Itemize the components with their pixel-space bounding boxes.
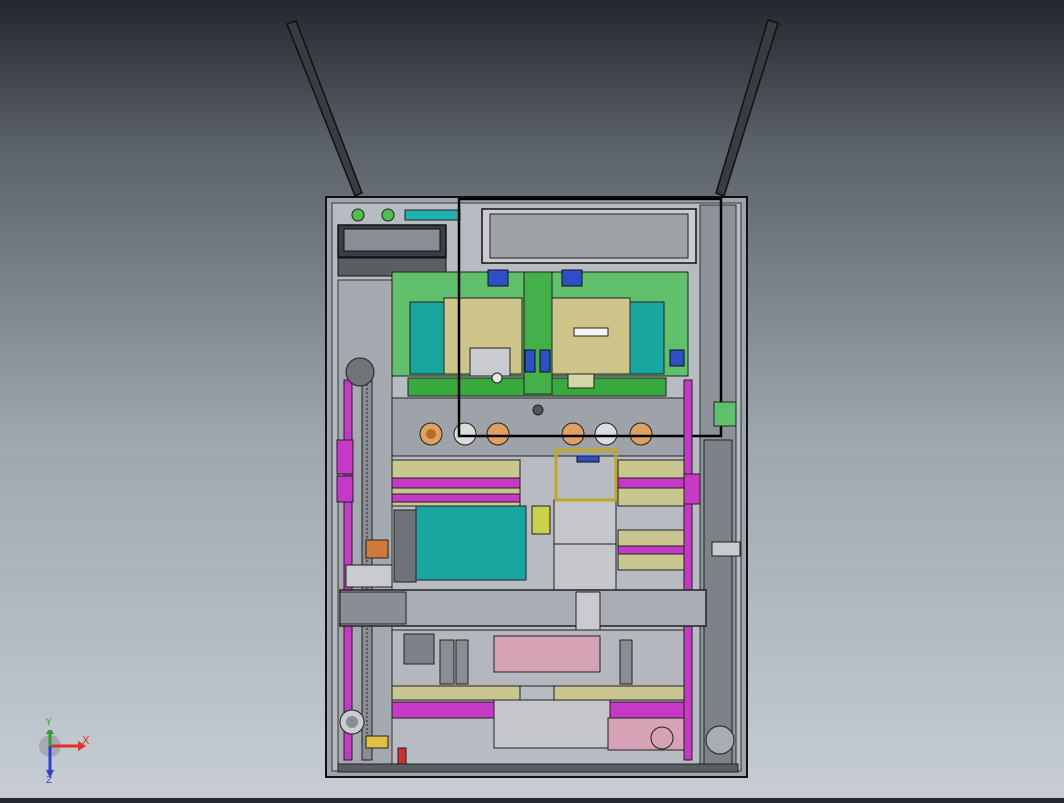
z-axis-label: Z (46, 776, 53, 786)
assembly-drawing (286, 19, 779, 778)
bearing-row (391, 397, 689, 457)
coordinate-triad: X Y Z (38, 718, 98, 790)
cross-beam (339, 589, 707, 631)
cad-viewport[interactable]: X Y Z (0, 0, 1064, 798)
y-axis-label: Y (46, 718, 52, 728)
lid-flaps (286, 19, 779, 197)
x-axis-label: X (82, 734, 90, 747)
top-display-panel (481, 208, 697, 264)
